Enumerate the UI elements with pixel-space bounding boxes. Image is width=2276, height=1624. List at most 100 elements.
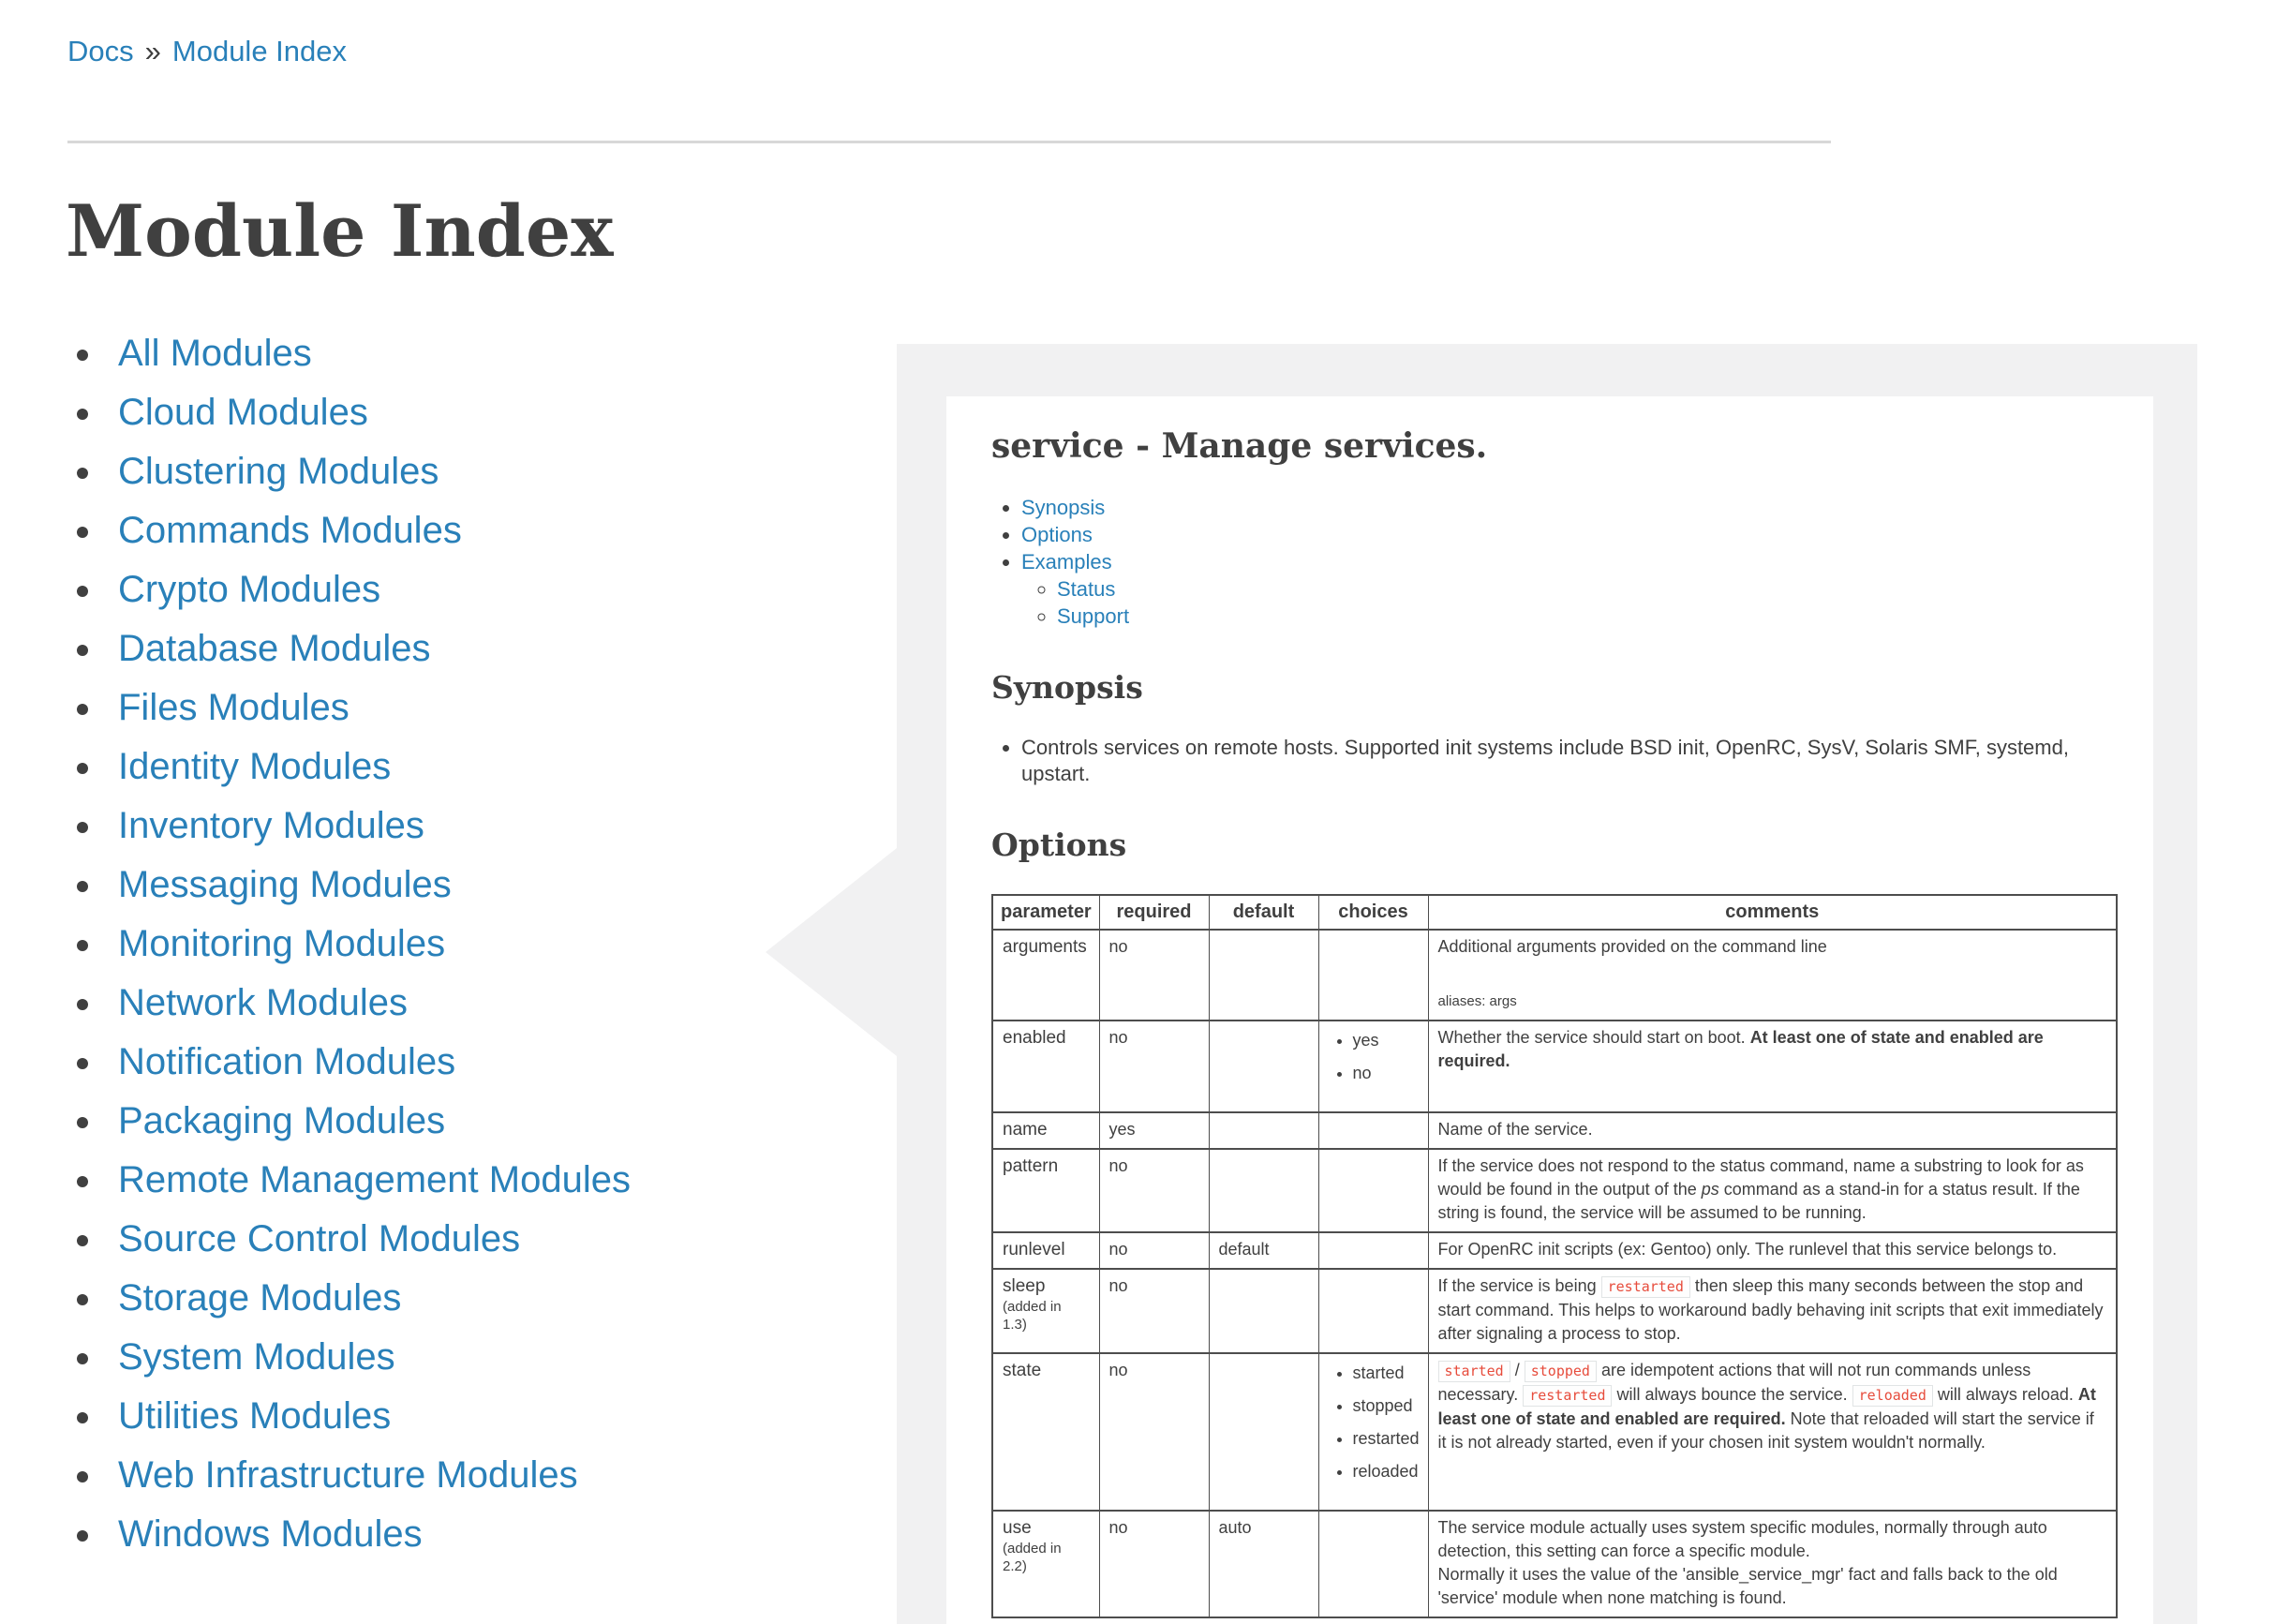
module-link[interactable]: Notification Modules	[118, 1041, 455, 1082]
module-tooltip-panel: service - Manage services. Synopsis Optio…	[897, 344, 2197, 1624]
cell-choices	[1318, 930, 1428, 1021]
cell-comments: Additional arguments provided on the com…	[1428, 930, 2117, 1021]
module-link[interactable]: System Modules	[118, 1336, 395, 1378]
cell-choices: yesno	[1318, 1021, 1428, 1112]
cell-parameter: arguments	[992, 930, 1099, 1021]
cell-default: default	[1209, 1232, 1318, 1269]
toc-subitem: Support	[1057, 603, 2120, 630]
synopsis-heading: Synopsis	[991, 669, 2120, 707]
page-title: Module Index	[66, 193, 614, 270]
toc-link[interactable]: Examples	[1021, 550, 1112, 574]
module-list-item: Web Infrastructure Modules	[105, 1455, 631, 1496]
toc-sublink[interactable]: Status	[1057, 577, 1115, 601]
module-link[interactable]: Database Modules	[118, 628, 431, 669]
module-list-item: Remote Management Modules	[105, 1160, 631, 1200]
module-list-item: System Modules	[105, 1337, 631, 1378]
cell-required: no	[1099, 930, 1209, 1021]
breadcrumb: Docs » Module Index	[67, 34, 347, 69]
options-table-body: argumentsnoAdditional arguments provided…	[992, 930, 2117, 1617]
module-link[interactable]: Network Modules	[118, 982, 408, 1023]
table-row: argumentsno Additional arguments provided…	[992, 930, 2117, 1021]
toc-link[interactable]: Options	[1021, 523, 1093, 546]
cell-default	[1209, 1269, 1318, 1353]
cell-required: no	[1099, 1149, 1209, 1232]
module-list-item: All Modules	[105, 334, 631, 374]
options-heading: Options	[991, 827, 2120, 864]
cell-choices	[1318, 1149, 1428, 1232]
horizontal-rule	[67, 141, 1831, 143]
options-table: parameterrequireddefaultchoicescomments …	[991, 894, 2118, 1618]
cell-choices	[1318, 1112, 1428, 1149]
toc-item: Synopsis	[1021, 494, 2120, 521]
column-header-choices: choices	[1318, 895, 1428, 930]
toc-link[interactable]: Synopsis	[1021, 496, 1105, 519]
module-list-item: Identity Modules	[105, 747, 631, 787]
module-link[interactable]: Identity Modules	[118, 746, 391, 787]
breadcrumb-docs-link[interactable]: Docs	[67, 35, 134, 67]
module-link[interactable]: Source Control Modules	[118, 1218, 520, 1259]
module-link[interactable]: Monitoring Modules	[118, 923, 445, 964]
module-list-item: Clustering Modules	[105, 452, 631, 492]
module-link[interactable]: Inventory Modules	[118, 805, 424, 846]
cell-required: no	[1099, 1021, 1209, 1112]
cell-comments: Whether the service should start on boot…	[1428, 1021, 2117, 1112]
module-list-item: Packaging Modules	[105, 1101, 631, 1141]
column-header-default: default	[1209, 895, 1318, 930]
cell-default	[1209, 1021, 1318, 1112]
module-list-item: Cloud Modules	[105, 393, 631, 433]
table-row: sleep(added in 1.3)no If the service is b…	[992, 1269, 2117, 1353]
table-row: enablednoyesnoWhether the service should…	[992, 1021, 2117, 1112]
cell-required: no	[1099, 1232, 1209, 1269]
cell-comments: The service module actually uses system …	[1428, 1511, 2117, 1617]
module-link[interactable]: Crypto Modules	[118, 569, 380, 610]
cell-comments: If the service does not respond to the s…	[1428, 1149, 2117, 1232]
options-table-head: parameterrequireddefaultchoicescomments	[992, 895, 2117, 930]
module-link[interactable]: Packaging Modules	[118, 1100, 445, 1141]
module-list-item: Messaging Modules	[105, 865, 631, 905]
module-link[interactable]: Storage Modules	[118, 1277, 401, 1319]
options-table-header-row: parameterrequireddefaultchoicescomments	[992, 895, 2117, 930]
cell-default	[1209, 1149, 1318, 1232]
module-doc-title: service - Manage services.	[991, 425, 2120, 468]
module-link[interactable]: Cloud Modules	[118, 392, 368, 433]
column-header-required: required	[1099, 895, 1209, 930]
toc-subitem: Status	[1057, 575, 2120, 603]
column-header-parameter: parameter	[992, 895, 1099, 930]
module-list-item: Utilities Modules	[105, 1396, 631, 1437]
module-link[interactable]: Files Modules	[118, 687, 350, 728]
table-row: nameyesName of the service.	[992, 1112, 2117, 1149]
toc-sublink[interactable]: Support	[1057, 604, 1129, 628]
synopsis-text: Controls services on remote hosts. Suppo…	[1021, 735, 2120, 787]
cell-default: auto	[1209, 1511, 1318, 1617]
module-link[interactable]: Clustering Modules	[118, 451, 439, 492]
module-list: All Modules Cloud Modules Clustering Modul…	[75, 334, 631, 1573]
cell-parameter: sleep(added in 1.3)	[992, 1269, 1099, 1353]
cell-parameter: pattern	[992, 1149, 1099, 1232]
cell-choices	[1318, 1269, 1428, 1353]
cell-default	[1209, 930, 1318, 1021]
cell-comments: started / stopped are idempotent actions…	[1428, 1353, 2117, 1511]
module-link[interactable]: Web Infrastructure Modules	[118, 1454, 578, 1496]
column-header-comments: comments	[1428, 895, 2117, 930]
table-row: runlevelnodefaultFor OpenRC init scripts…	[992, 1232, 2117, 1269]
breadcrumb-current-link[interactable]: Module Index	[172, 35, 347, 67]
module-link[interactable]: All Modules	[118, 333, 312, 374]
module-link[interactable]: Windows Modules	[118, 1513, 423, 1555]
cell-required: no	[1099, 1353, 1209, 1511]
module-link[interactable]: Remote Management Modules	[118, 1159, 631, 1200]
cell-parameter: state	[992, 1353, 1099, 1511]
cell-comments: For OpenRC init scripts (ex: Gentoo) onl…	[1428, 1232, 2117, 1269]
cell-choices: startedstoppedrestartedreloaded	[1318, 1353, 1428, 1511]
breadcrumb-separator: »	[145, 35, 161, 67]
cell-default	[1209, 1353, 1318, 1511]
tooltip-toc: Synopsis Options Examples Status Support	[991, 494, 2120, 630]
module-link[interactable]: Utilities Modules	[118, 1395, 391, 1437]
cell-required: yes	[1099, 1112, 1209, 1149]
cell-parameter: name	[992, 1112, 1099, 1149]
cell-parameter: use(added in 2.2)	[992, 1511, 1099, 1617]
module-link[interactable]: Messaging Modules	[118, 864, 452, 905]
module-link[interactable]: Commands Modules	[118, 510, 462, 551]
cell-required: no	[1099, 1269, 1209, 1353]
cell-comments: If the service is being restarted then s…	[1428, 1269, 2117, 1353]
module-list-item: Inventory Modules	[105, 806, 631, 846]
